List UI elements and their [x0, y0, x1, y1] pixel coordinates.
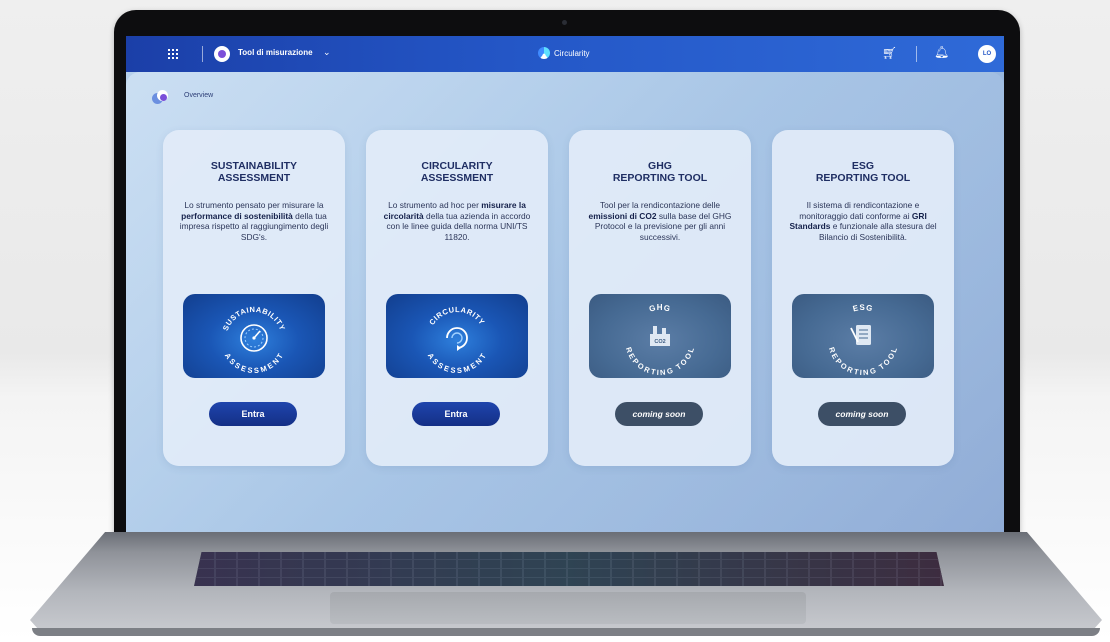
card-circularity-assessment: CIRCULARITY ASSESSMENT Lo strumento ad h…: [366, 130, 548, 466]
checklist-icon: ESG REPORTING TOOL: [827, 303, 899, 377]
card-description: Il sistema di rendicontazione e monitora…: [789, 200, 937, 242]
main-panel: Overview SUSTAINABILITY ASSESSMENT Lo st…: [126, 72, 1004, 532]
circularity-badge: CIRCULARITY ASSESSMENT: [386, 294, 528, 378]
svg-text:REPORTING TOOL: REPORTING TOOL: [827, 346, 899, 377]
card-title: CIRCULARITY ASSESSMENT: [420, 160, 494, 184]
topbar-divider: [202, 46, 203, 62]
app-top-bar: Tool di misurazione ⌄ Circularity 🛒︎ 🔔︎ …: [126, 36, 1004, 72]
laptop-trackpad: [330, 592, 806, 624]
card-description: Lo strumento pensato per misurare la per…: [179, 200, 329, 242]
svg-text:CIRCULARITY: CIRCULARITY: [427, 305, 486, 327]
coming-soon-button: coming soon: [818, 402, 906, 426]
laptop-base-edge: [32, 628, 1100, 636]
svg-text:ASSESSMENT: ASSESSMENT: [426, 351, 488, 375]
svg-text:CO2: CO2: [654, 339, 665, 345]
card-description: Tool per la rendicontazione delle emissi…: [588, 200, 732, 242]
co2-factory-icon: GHG REPORTING TOOL CO2: [624, 303, 696, 377]
tool-menu-label[interactable]: Tool di misurazione: [238, 48, 313, 57]
sustainability-badge: SUSTAINABILITY ASSESSMENT: [183, 294, 325, 378]
brand: Circularity: [538, 47, 590, 59]
svg-text:ESG: ESG: [852, 303, 874, 313]
topbar-divider: [916, 46, 917, 62]
overview-logo-icon: [152, 90, 170, 104]
circular-arrows-icon: CIRCULARITY ASSESSMENT: [426, 305, 488, 375]
esg-badge: ESG REPORTING TOOL: [792, 294, 934, 378]
svg-text:ASSESSMENT: ASSESSMENT: [223, 351, 285, 375]
card-title: GHG REPORTING TOOL: [612, 160, 708, 184]
keyboard-backlight: [194, 552, 944, 586]
ghg-badge: GHG REPORTING TOOL CO2: [589, 294, 731, 378]
brand-name: Circularity: [554, 48, 590, 58]
svg-text:GHG: GHG: [648, 303, 672, 314]
svg-text:SUSTAINABILITY: SUSTAINABILITY: [221, 305, 287, 332]
webcam: [562, 20, 567, 25]
gauge-icon: SUSTAINABILITY ASSESSMENT: [221, 305, 287, 375]
brand-logo-icon: [538, 47, 550, 59]
card-description: Lo strumento ad hoc per misurare la circ…: [383, 200, 531, 242]
chevron-down-icon[interactable]: ⌄: [323, 47, 331, 58]
card-title: SUSTAINABILITY ASSESSMENT: [210, 160, 298, 184]
card-title: ESG REPORTING TOOL: [815, 160, 911, 184]
enter-button[interactable]: Entra: [412, 402, 500, 426]
laptop-screen: Tool di misurazione ⌄ Circularity 🛒︎ 🔔︎ …: [126, 36, 1004, 532]
breadcrumb[interactable]: Overview: [184, 92, 213, 99]
coming-soon-button: coming soon: [615, 402, 703, 426]
svg-text:REPORTING TOOL: REPORTING TOOL: [624, 346, 696, 377]
bell-icon[interactable]: 🔔︎: [934, 45, 949, 59]
cart-icon[interactable]: 🛒︎: [882, 46, 897, 60]
enter-button[interactable]: Entra: [209, 402, 297, 426]
tool-logo-icon: [214, 46, 230, 62]
card-esg-reporting-tool: ESG REPORTING TOOL Il sistema di rendico…: [772, 130, 954, 466]
apps-grid-icon[interactable]: [168, 49, 178, 59]
card-ghg-reporting-tool: GHG REPORTING TOOL Tool per la rendicont…: [569, 130, 751, 466]
card-sustainability-assessment: SUSTAINABILITY ASSESSMENT Lo strumento p…: [163, 130, 345, 466]
avatar[interactable]: LO: [978, 45, 996, 63]
